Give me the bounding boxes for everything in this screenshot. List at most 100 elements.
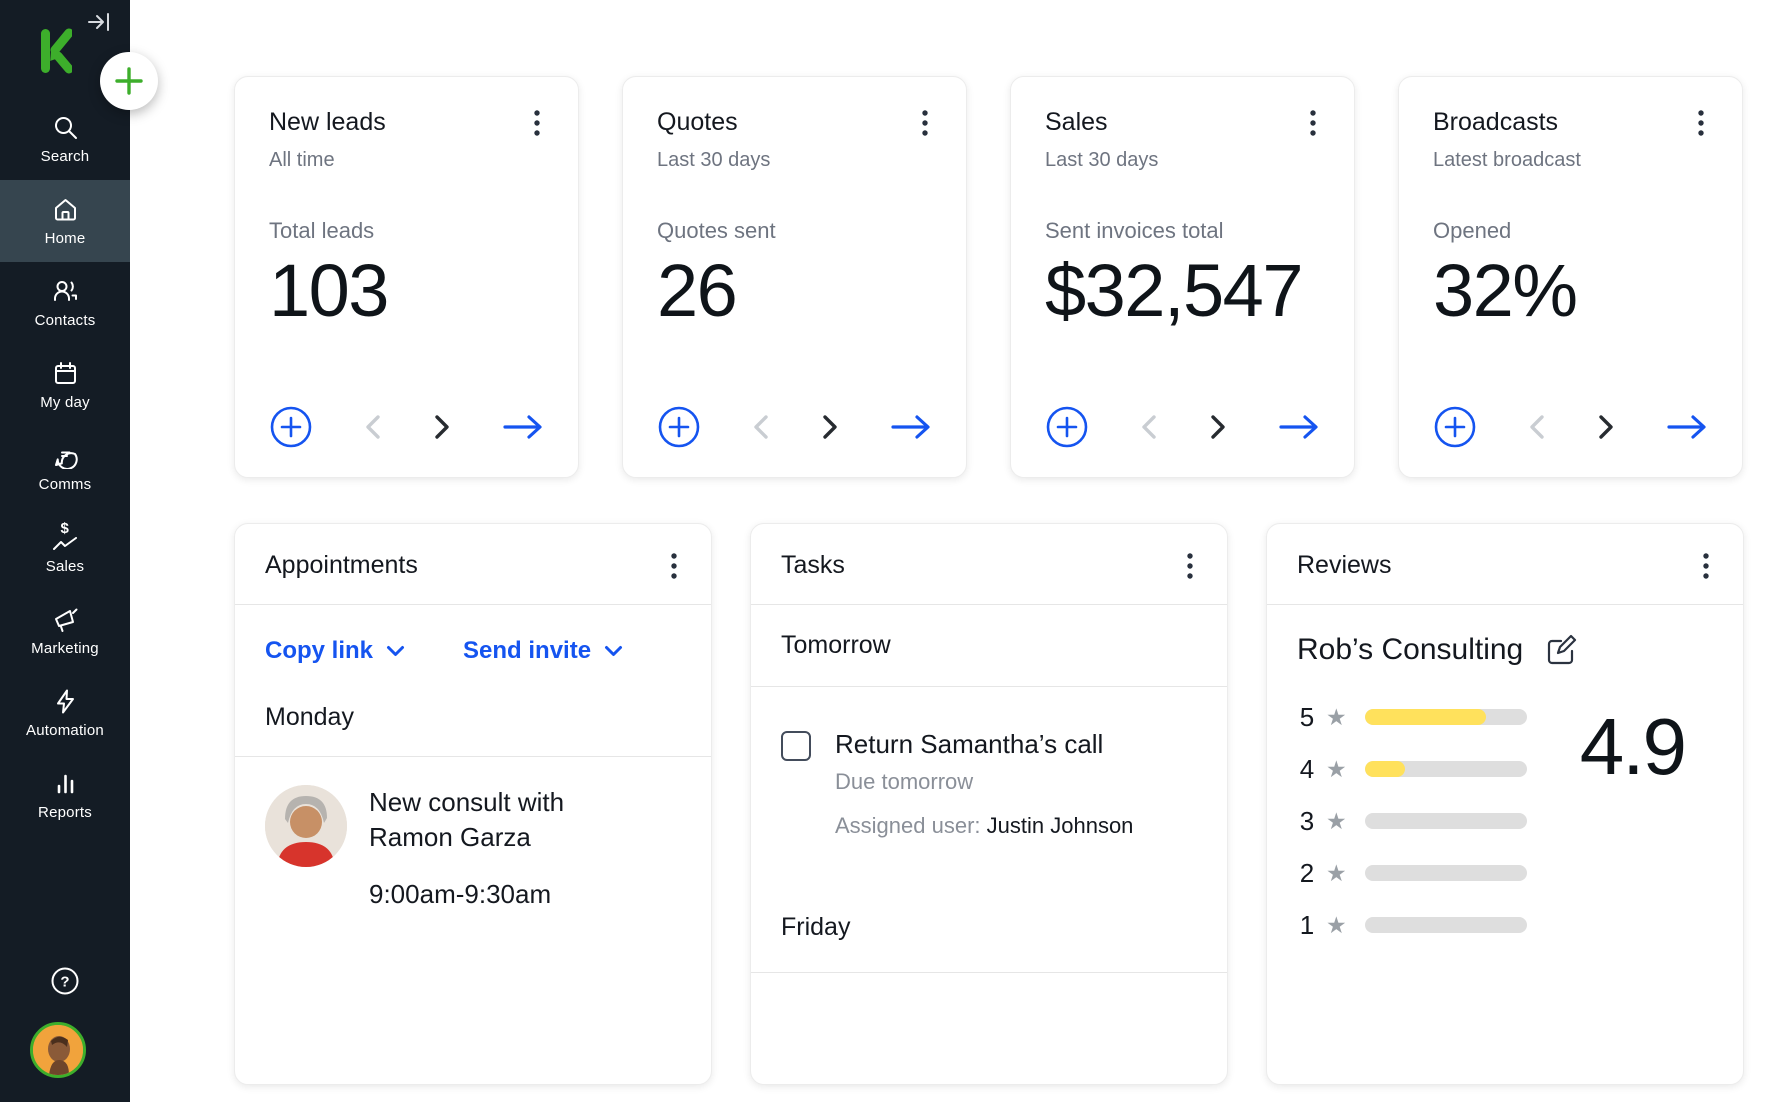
- card-menu-button[interactable]: [1693, 552, 1719, 580]
- rating-bar: [1364, 813, 1527, 829]
- appointment-item[interactable]: New consult with Ramon Garza 9:00am-9:30…: [235, 757, 711, 938]
- keap-logo[interactable]: [40, 28, 74, 74]
- arrow-right-icon: [891, 415, 930, 439]
- quick-add-button[interactable]: [100, 52, 158, 110]
- collapse-sidebar-button[interactable]: [84, 8, 116, 36]
- task-checkbox[interactable]: [781, 731, 811, 761]
- metric-value: $32,547: [1045, 249, 1304, 332]
- chevron-down-icon: [387, 646, 405, 656]
- open-report-button[interactable]: [890, 414, 932, 440]
- chevron-right-icon: [823, 415, 837, 439]
- sidebar-item-my-day[interactable]: My day: [0, 344, 130, 426]
- sidebar-item-label: Home: [44, 229, 86, 247]
- add-button[interactable]: [269, 405, 313, 449]
- rating-row: 1 ★: [1297, 899, 1713, 951]
- tasks-section-label: Friday: [781, 913, 851, 941]
- card-menu-button[interactable]: [912, 109, 938, 137]
- send-invite-button[interactable]: Send invite: [463, 637, 623, 665]
- rating-star-count: 5: [1299, 701, 1315, 732]
- sidebar-item-marketing[interactable]: Marketing: [0, 590, 130, 672]
- chevron-left-icon: [366, 415, 380, 439]
- add-button[interactable]: [1433, 405, 1477, 449]
- rating-bar: [1364, 709, 1527, 725]
- rating-bar: [1364, 917, 1527, 933]
- sidebar-item-search[interactable]: Search: [0, 98, 130, 180]
- kebab-icon: [1187, 553, 1193, 579]
- card-title: Appointments: [265, 551, 418, 580]
- prev-button[interactable]: [364, 414, 382, 440]
- tasks-section-label: Tomorrow: [781, 631, 891, 659]
- plus-circle-icon: [1434, 406, 1476, 448]
- search-icon: [52, 114, 79, 141]
- sidebar-item-sales[interactable]: $ Sales: [0, 508, 130, 590]
- next-button[interactable]: [1597, 414, 1615, 440]
- card-menu-button[interactable]: [661, 552, 687, 580]
- appointment-title: New consult with Ramon Garza: [369, 787, 565, 853]
- metric-value: 32%: [1433, 249, 1578, 332]
- card-subtitle: Latest broadcast: [1433, 149, 1581, 171]
- rating-star-count: 3: [1299, 805, 1315, 836]
- copy-link-label: Copy link: [265, 637, 374, 664]
- card-menu-button[interactable]: [524, 109, 550, 137]
- next-button[interactable]: [821, 414, 839, 440]
- divider: [751, 972, 1227, 973]
- help-button[interactable]: ?: [0, 966, 130, 996]
- card-menu-button[interactable]: [1300, 109, 1326, 137]
- chevron-right-icon: [1599, 415, 1613, 439]
- sidebar-item-comms[interactable]: Comms: [0, 426, 130, 508]
- sidebar-item-label: Sales: [45, 557, 85, 575]
- appointment-time: 9:00am-9:30am: [369, 879, 552, 910]
- kebab-icon: [534, 110, 540, 136]
- card-title: Sales: [1045, 108, 1108, 136]
- rating-bar-fill: [1364, 761, 1406, 777]
- sidebar-item-contacts[interactable]: Contacts: [0, 262, 130, 344]
- sidebar-item-label: Contacts: [34, 311, 96, 329]
- kebab-icon: [1698, 110, 1704, 136]
- chevron-left-icon: [754, 415, 768, 439]
- add-button[interactable]: [657, 405, 701, 449]
- arrow-right-icon: [503, 415, 542, 439]
- card-subtitle: Last 30 days: [657, 149, 771, 171]
- sidebar-item-reports[interactable]: Reports: [0, 754, 130, 836]
- stat-card-new-leads: New leads All time Total leads 103: [234, 76, 579, 478]
- copy-link-button[interactable]: Copy link: [265, 637, 405, 665]
- plus-circle-icon: [1046, 406, 1088, 448]
- task-title: Return Samantha’s call: [835, 729, 1104, 759]
- metric-label: Sent invoices total: [1045, 218, 1224, 243]
- next-button[interactable]: [433, 414, 451, 440]
- user-avatar[interactable]: [30, 1022, 86, 1078]
- kebab-icon: [1310, 110, 1316, 136]
- open-report-button[interactable]: [1278, 414, 1320, 440]
- sidebar-item-automation[interactable]: Automation: [0, 672, 130, 754]
- rating-distribution: 5 ★ 4 ★ 3 ★ 2 ★ 1 ★ 4.9: [1267, 675, 1743, 951]
- sidebar-item-home[interactable]: Home: [0, 180, 130, 262]
- card-menu-button[interactable]: [1177, 552, 1203, 580]
- sidebar: Search Home Contacts My day Comms $ Sale…: [0, 0, 158, 1102]
- sidebar-item-label: Search: [40, 147, 90, 165]
- prev-button[interactable]: [1140, 414, 1158, 440]
- stat-card-broadcasts: Broadcasts Latest broadcast Opened 32%: [1398, 76, 1743, 478]
- contact-avatar: [265, 785, 347, 867]
- card-title: Quotes: [657, 108, 738, 136]
- card-title: Tasks: [781, 551, 845, 580]
- sidebar-item-label: Comms: [38, 475, 92, 493]
- card-menu-button[interactable]: [1688, 109, 1714, 137]
- help-icon: ?: [51, 967, 79, 995]
- sidebar-item-label: Automation: [26, 721, 104, 739]
- open-report-button[interactable]: [1666, 414, 1708, 440]
- chevron-down-icon: [605, 646, 623, 656]
- add-button[interactable]: [1045, 405, 1089, 449]
- star-icon: ★: [1326, 807, 1347, 834]
- prev-button[interactable]: [752, 414, 770, 440]
- lightning-icon: [52, 688, 79, 715]
- metric-value: 103: [269, 249, 389, 332]
- metric-label: Opened: [1433, 218, 1512, 243]
- chat-icon: [52, 442, 79, 469]
- plus-circle-icon: [658, 406, 700, 448]
- next-button[interactable]: [1209, 414, 1227, 440]
- prev-button[interactable]: [1528, 414, 1546, 440]
- stat-card-row: New leads All time Total leads 103 Quote…: [234, 76, 1743, 478]
- open-report-button[interactable]: [502, 414, 544, 440]
- home-icon: [52, 196, 79, 223]
- edit-business-button[interactable]: [1545, 634, 1577, 666]
